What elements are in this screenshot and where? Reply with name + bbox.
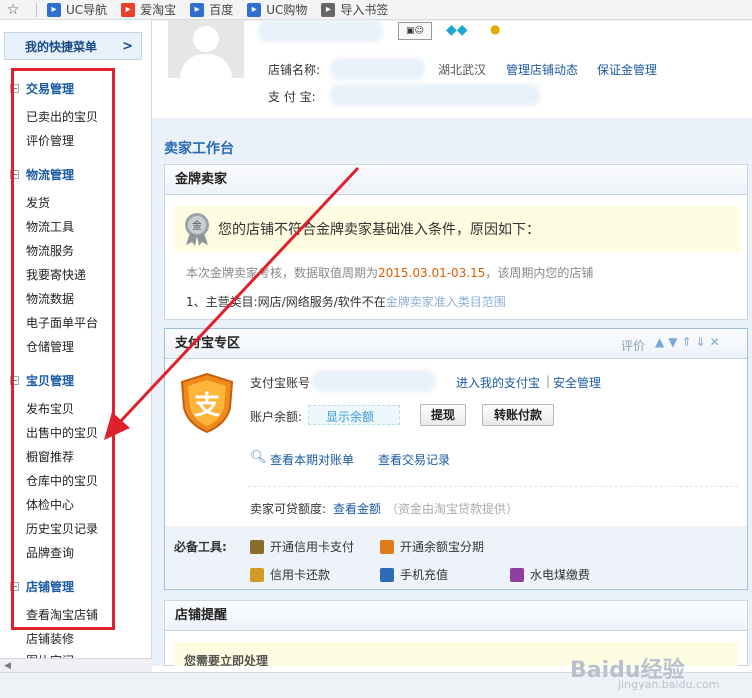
annotation-arrow bbox=[104, 166, 360, 440]
